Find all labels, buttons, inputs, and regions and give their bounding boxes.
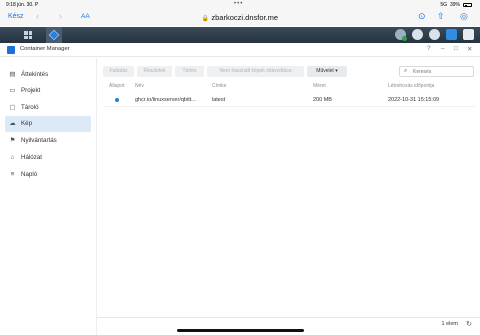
compass-icon[interactable]: ◎ xyxy=(460,11,468,22)
sidebar-item-label: Napló xyxy=(21,171,38,178)
details-button[interactable]: Részletek xyxy=(137,66,172,77)
project-icon: ▭ xyxy=(9,87,16,94)
sidebar-item-label: Nyilvántartás xyxy=(21,137,57,144)
status-indicators: 5G 39% xyxy=(440,2,472,8)
signal-label: 5G xyxy=(440,2,447,8)
sidebar-item-registry[interactable]: ⚑ Nyilvántartás xyxy=(5,133,91,149)
system-tray xyxy=(395,29,474,41)
registry-icon: ⚑ xyxy=(9,137,16,144)
search-input[interactable] xyxy=(413,68,471,76)
notifications-icon[interactable] xyxy=(412,29,423,40)
battery-percent: 39% xyxy=(449,2,460,8)
cell-size: 200 MB xyxy=(313,97,332,103)
delete-button[interactable]: Törlés xyxy=(175,66,204,77)
download-icon[interactable]: ⊙ xyxy=(418,11,426,22)
maximize-icon[interactable]: □ xyxy=(454,45,458,52)
action-dropdown[interactable]: Művelet ▾ xyxy=(307,66,347,77)
refresh-icon[interactable]: ↻ xyxy=(466,320,472,328)
table-row[interactable]: ghcr.io/linuxserver/qbitt... latest 200 … xyxy=(103,93,475,107)
sidebar-item-label: Kép xyxy=(21,120,33,127)
sidebar-item-container[interactable]: ▢ Tároló xyxy=(5,100,91,116)
table-header: Állapot Név Címke Méret Létrehozás időpo… xyxy=(103,82,475,92)
sidebar-item-label: Áttekintés xyxy=(21,71,49,78)
battery-icon xyxy=(463,3,472,7)
lock-icon: 🔒 xyxy=(201,16,210,22)
multitasking-dots[interactable]: ••• xyxy=(234,1,243,7)
share-icon[interactable]: ⇧ xyxy=(437,11,445,22)
window-titlebar: Container Manager ? – □ ✕ xyxy=(0,43,480,57)
search-icon: ⌕ xyxy=(404,68,408,74)
status-time: 9:18 jún. 30. P xyxy=(6,2,39,8)
sidebar-item-overview[interactable]: ▤ Áttekintés xyxy=(5,67,91,83)
sidebar-item-label: Projekt xyxy=(21,87,41,94)
cell-name: ghcr.io/linuxserver/qbitt... xyxy=(135,97,196,103)
sidebar-item-project[interactable]: ▭ Projekt xyxy=(5,83,91,99)
url-text: zbarkoczi.dnsfor.me xyxy=(211,13,279,22)
app-logo-icon xyxy=(7,46,15,54)
cell-tag: latest xyxy=(212,97,226,103)
network-icon: ⌂ xyxy=(10,154,15,161)
main-content: Futtatás Részletek Törlés Nem használt k… xyxy=(97,58,480,335)
close-icon[interactable]: ✕ xyxy=(467,45,472,53)
dsm-taskbar xyxy=(0,27,480,43)
sync-status-icon[interactable] xyxy=(395,29,407,41)
address-bar[interactable]: 🔒 zbarkoczi.dnsfor.me xyxy=(0,13,480,22)
help-icon[interactable]: ? xyxy=(427,45,431,52)
run-button[interactable]: Futtatás xyxy=(103,66,134,77)
safari-toolbar: Kész ‹ › AA 🔒 zbarkoczi.dnsfor.me ⊙ ⇧ ◎ xyxy=(0,10,480,26)
sidebar-item-log[interactable]: ≡ Napló xyxy=(5,167,91,183)
sidebar-item-image[interactable]: ☁ Kép xyxy=(5,116,91,132)
sidebar-item-label: Tároló xyxy=(21,104,39,111)
sidebar-item-label: Hálózat xyxy=(21,154,42,161)
status-indicator xyxy=(115,98,119,102)
column-size[interactable]: Méret xyxy=(313,83,326,89)
taskbar-container-manager[interactable] xyxy=(46,27,62,43)
home-indicator[interactable] xyxy=(177,329,304,332)
remove-unused-images-button[interactable]: Nem használt képek eltávolítása xyxy=(207,66,304,77)
log-icon: ≡ xyxy=(10,171,15,178)
overview-icon: ▤ xyxy=(9,71,16,78)
container-manager-icon xyxy=(48,29,60,41)
container-icon: ▢ xyxy=(9,104,16,111)
ios-status-bar: 9:18 jún. 30. P ••• 5G 39% xyxy=(0,0,480,10)
user-icon[interactable] xyxy=(429,29,440,40)
main-menu-icon[interactable] xyxy=(24,31,32,39)
widgets-icon[interactable] xyxy=(446,29,457,40)
search-box[interactable]: ⌕ xyxy=(399,66,474,77)
column-tag[interactable]: Címke xyxy=(212,83,226,89)
sidebar: ▤ Áttekintés ▭ Projekt ▢ Tároló ☁ Kép ⚑ … xyxy=(0,58,97,335)
image-icon: ☁ xyxy=(9,120,16,127)
column-name[interactable]: Név xyxy=(135,83,144,89)
column-status[interactable]: Állapot xyxy=(109,83,124,89)
window-title: Container Manager xyxy=(20,46,70,52)
item-count: 1 elem xyxy=(441,321,458,327)
search-widget-icon[interactable] xyxy=(463,29,474,40)
sidebar-item-network[interactable]: ⌂ Hálózat xyxy=(5,150,91,166)
minimize-icon[interactable]: – xyxy=(441,45,445,52)
cell-created: 2022-10-31 15:15:09 xyxy=(388,97,440,103)
column-created[interactable]: Létrehozás időpontja xyxy=(388,83,434,89)
